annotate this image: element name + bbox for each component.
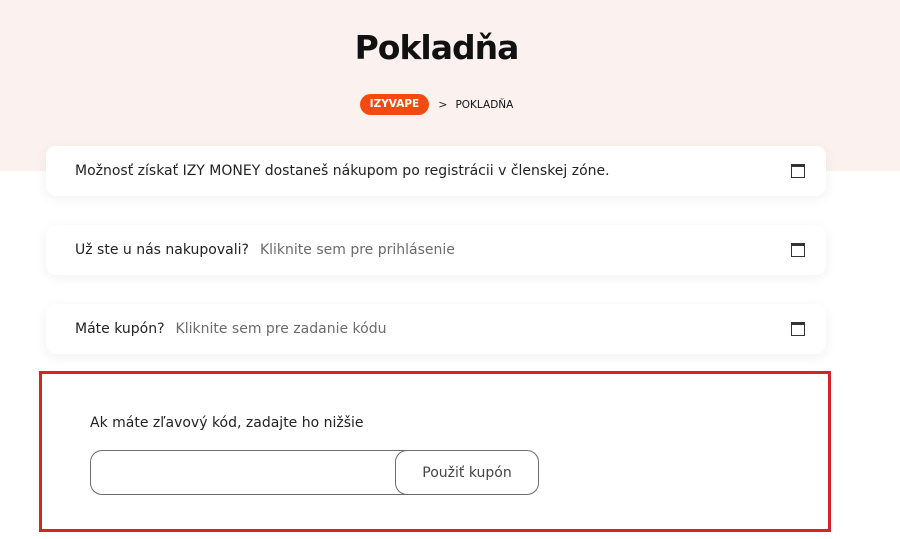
apply-coupon-button[interactable]: Použiť kupón (395, 450, 539, 495)
breadcrumb-home-link[interactable]: IZYVAPE (359, 94, 430, 115)
coupon-label: Ak máte zľavový kód, zadajte ho nižšie (90, 415, 364, 431)
coupon-code-input[interactable] (90, 450, 410, 495)
window-icon (791, 164, 805, 178)
breadcrumb: IZYVAPE > POKLADŇA (0, 94, 873, 115)
notice-izy-money: Možnosť získať IZY MONEY dostaneš nákupo… (46, 146, 826, 196)
notice-text: Máte kupón? (75, 321, 165, 337)
breadcrumb-separator: > (438, 98, 448, 111)
coupon-form: Ak máte zľavový kód, zadajte ho nižšie P… (39, 371, 831, 532)
login-link[interactable]: Kliknite sem pre prihlásenie (260, 242, 455, 258)
notice-login: Už ste u nás nakupovali? Kliknite sem pr… (46, 225, 826, 275)
notice-text: Možnosť získať IZY MONEY dostaneš nákupo… (75, 163, 610, 179)
window-icon (791, 322, 805, 336)
coupon-toggle-link[interactable]: Kliknite sem pre zadanie kódu (176, 321, 387, 337)
notice-text: Už ste u nás nakupovali? (75, 242, 249, 258)
page-title: Pokladňa (354, 28, 520, 67)
breadcrumb-current: POKLADŇA (455, 98, 514, 111)
window-icon (791, 243, 805, 257)
notice-coupon: Máte kupón? Kliknite sem pre zadanie kód… (46, 304, 826, 354)
